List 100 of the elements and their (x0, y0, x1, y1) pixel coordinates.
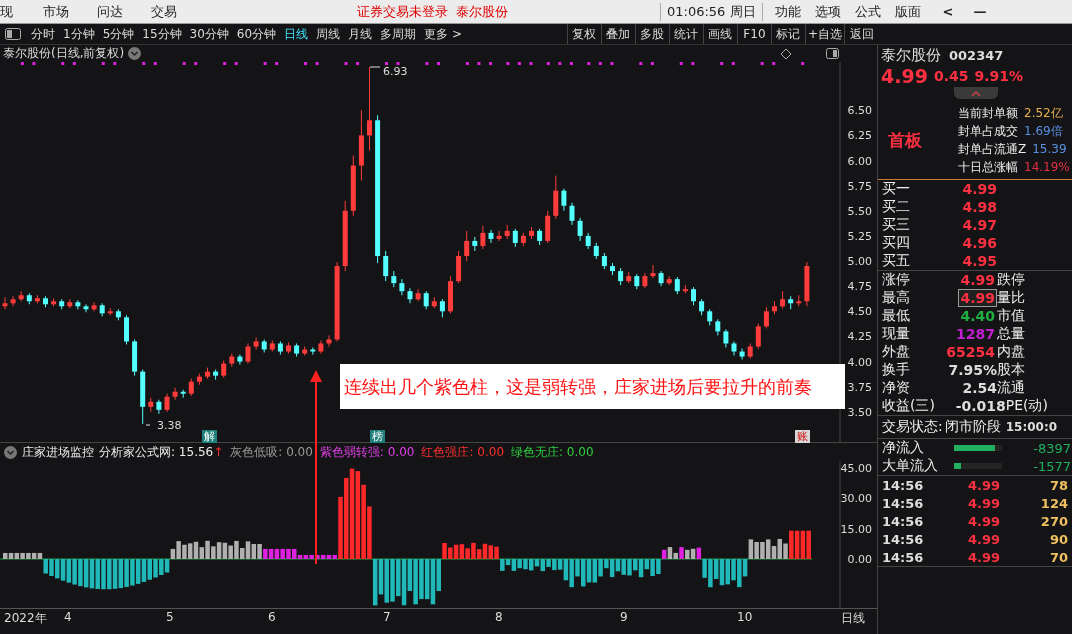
bid-price: 4.99 (961, 181, 997, 197)
toolbar-button[interactable]: 标记 (770, 24, 805, 44)
price-axis-label: 6.00 (847, 154, 872, 168)
collapse-button[interactable] (953, 87, 998, 99)
price-axis-label: 5.00 (847, 255, 872, 269)
candlestick (326, 334, 332, 347)
price-axis-label: 5.75 (847, 179, 872, 193)
menu-item[interactable]: 问达 (97, 2, 123, 21)
stat-label: 外盘 (882, 343, 910, 361)
event-marker[interactable]: 账 (795, 430, 810, 443)
stat-value: 4.99 (958, 289, 997, 307)
period-tab[interactable]: 5分钟 (98, 25, 139, 43)
stat-value: 4.99 (959, 271, 996, 289)
period-tab[interactable]: 15分钟 (138, 25, 186, 43)
panel-toggle-icon[interactable] (5, 28, 21, 40)
tick-volume: 70 (1048, 549, 1068, 565)
bid-price: 4.98 (961, 199, 997, 215)
candlestick (464, 230, 470, 262)
dropdown-icon[interactable] (128, 47, 142, 60)
stat-label: 净资 (882, 379, 910, 397)
dropdown-icon[interactable] (4, 445, 17, 459)
minimize-button[interactable]: — (973, 4, 987, 19)
stat-label: 流通 (997, 379, 1026, 397)
board-title: 首板 (887, 128, 923, 152)
tick-price: 4.99 (968, 531, 1002, 547)
stat-value: -0.018 (954, 398, 1006, 414)
menu-item[interactable]: 功能 (774, 2, 801, 21)
date-axis-label: 7 (383, 610, 391, 624)
candlestick (561, 188, 567, 212)
panel-toggle-icon[interactable] (826, 48, 839, 59)
toolbar-button[interactable]: 返回 (844, 24, 878, 44)
toolbar-button[interactable]: 统计 (668, 24, 703, 44)
period-tab[interactable]: 60分钟 (232, 25, 281, 43)
stat-value: 4.40 (959, 307, 996, 325)
menu-item[interactable]: 选项 (814, 2, 841, 21)
period-tab[interactable]: 周线 (312, 25, 345, 43)
field-label: 封单占成交 (958, 122, 1018, 140)
stat-value: 2.54 (961, 380, 997, 396)
date-axis-label: 5 (166, 610, 174, 624)
stat-label: 换手 (882, 361, 910, 379)
period-tab[interactable]: 日线 (280, 25, 313, 43)
menu-item[interactable]: 市场 (43, 2, 69, 21)
toolbar-button[interactable]: F10 (736, 24, 771, 44)
diamond-icon[interactable] (780, 47, 792, 60)
stat-label: 市值 (997, 307, 1026, 325)
event-marker[interactable]: 榜 (370, 430, 385, 443)
date-axis-label: 6 (268, 610, 276, 624)
candlestick (480, 225, 486, 250)
flow-value: -8397 (1033, 440, 1072, 456)
tick-time: 14:56 (882, 549, 925, 565)
candlestick (253, 336, 259, 351)
stat-label: 股本 (997, 361, 1026, 379)
login-status: 证券交易未登录 (357, 2, 448, 21)
menu-item[interactable]: 版面 (894, 2, 921, 21)
candlestick (75, 299, 81, 310)
date-axis-label: 8 (495, 610, 503, 624)
price-change: 0.45 (933, 68, 969, 84)
toolbar-button[interactable]: 画线 (702, 24, 737, 44)
menu-item[interactable]: 公式 (854, 2, 881, 21)
period-label: 日线 (841, 610, 865, 627)
period-tab[interactable]: 月线 (344, 25, 377, 43)
candlestick (488, 229, 494, 244)
toolbar-button[interactable]: +自选 (804, 24, 844, 44)
event-marker[interactable]: 解 (202, 430, 217, 443)
stat-label: 收益(三) (882, 397, 935, 415)
back-button[interactable]: < (942, 4, 954, 19)
toolbar-button[interactable]: 叠加 (600, 24, 635, 44)
stat-label: 涨停 (882, 271, 910, 289)
field-value: 2.52亿 (1024, 104, 1063, 122)
period-tab[interactable]: 1分钟 (59, 25, 99, 43)
field-value: 15.39 (1032, 142, 1067, 156)
menu-item[interactable]: 交易 (151, 2, 177, 21)
stat-value: 7.95% (947, 362, 997, 378)
stat-label: 量比 (997, 289, 1026, 307)
price-axis-label: 4.75 (847, 280, 872, 294)
field-label: 封单占流通Z (958, 140, 1027, 158)
period-tab[interactable]: 30分钟 (185, 25, 233, 43)
stat-value: 1287 (955, 325, 996, 343)
stock-code: 002347 (949, 47, 1004, 63)
period-tab[interactable]: 更多 > (420, 25, 466, 43)
tick-time: 14:56 (882, 513, 925, 529)
price-axis-label: 6.50 (847, 104, 872, 118)
status-label: 交易状态: (882, 418, 943, 436)
indicator-source: 分析家公式网: 15.56 (99, 443, 214, 461)
leader-line (369, 66, 381, 68)
period-tab[interactable]: 分时 (27, 25, 59, 43)
candlestick (439, 298, 445, 318)
menu-item[interactable]: 现 (0, 2, 13, 21)
price-axis-label: 6.25 (847, 129, 872, 143)
indicator-axis-label: 0.00 (847, 552, 872, 566)
period-tab[interactable]: 多周期 (376, 25, 421, 43)
candlestick (91, 301, 97, 312)
candlestick (763, 306, 769, 329)
toolbar-button[interactable]: 复权 (566, 24, 601, 44)
indicator-axis-label: 45.00 (840, 462, 872, 475)
legend-item: 紫色弱转强: 0.00 (319, 443, 415, 461)
field-value: 14.19% (1024, 160, 1070, 174)
candlestick (10, 295, 16, 307)
toolbar-button[interactable]: 多股 (634, 24, 669, 44)
candlestick (691, 286, 696, 306)
